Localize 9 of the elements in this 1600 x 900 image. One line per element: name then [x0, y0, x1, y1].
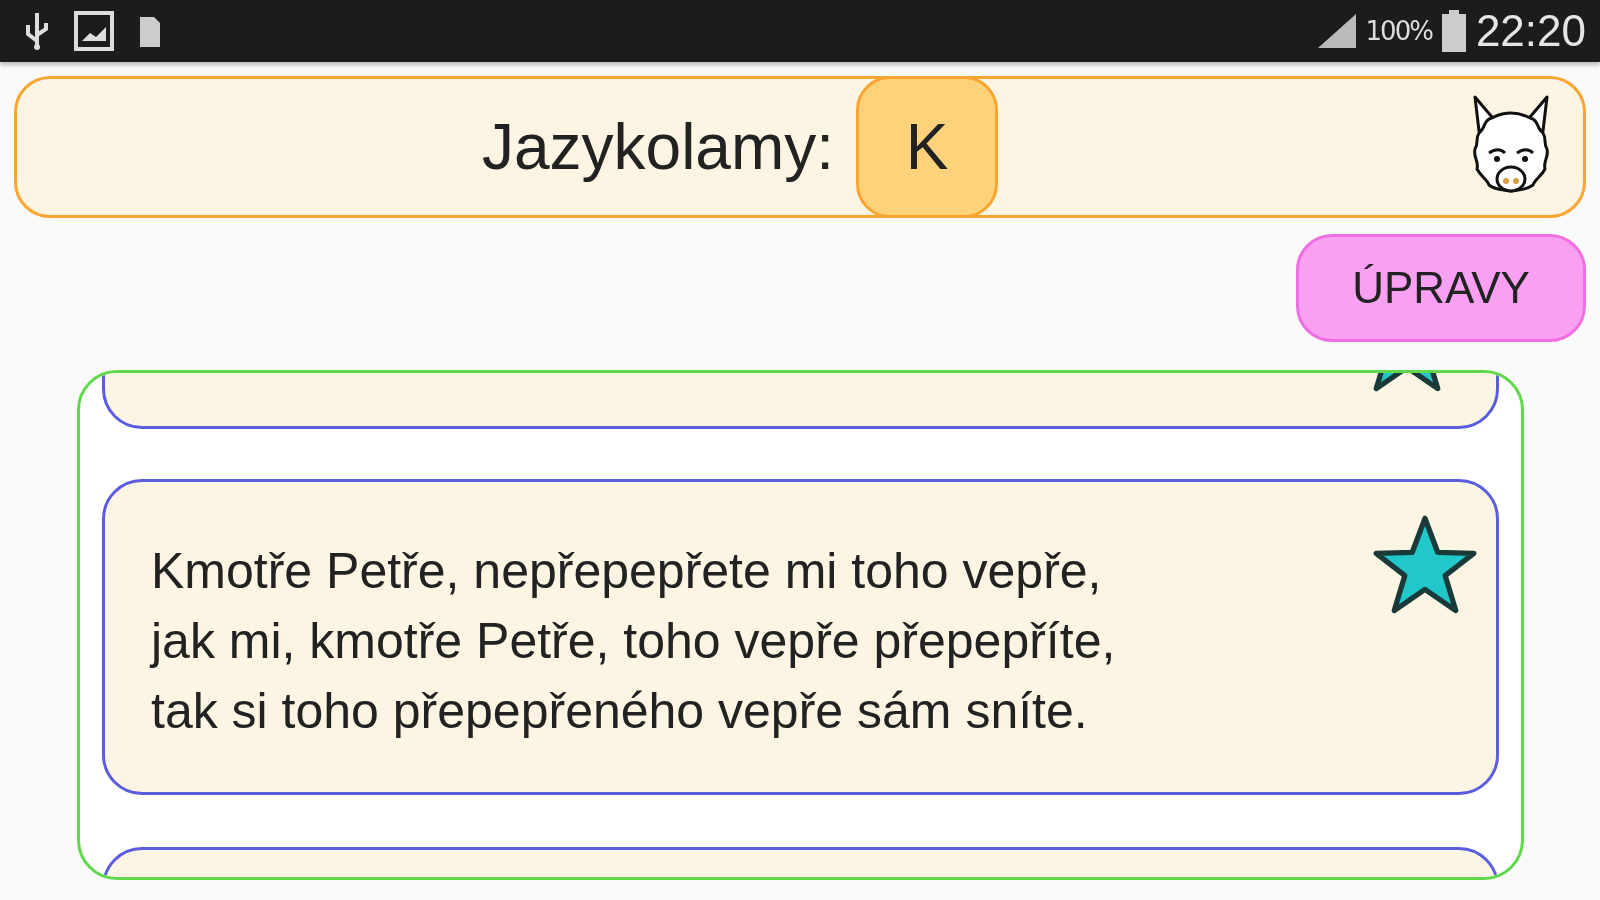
battery-icon [1439, 10, 1468, 52]
tongue-twister-text: Kmotře Petře, nepřepepřete mi toho vepře, jak mi, kmotře Petře, toho vepře přepepříte, tak si toho přepepřeného vepře sám sníte. [151, 542, 1117, 741]
edit-button[interactable]: ÚPRAVY [1296, 234, 1586, 342]
clock: 22:20 [1475, 6, 1586, 56]
letter-selector[interactable]: K [856, 76, 999, 218]
battery-percent: 100% [1365, 16, 1432, 46]
header-title: Jazykolamy: [481, 110, 835, 184]
image-icon [74, 11, 114, 51]
tongue-twister-card[interactable]: Kmotře Petře, nepřepepřete mi toho vepře, jak mi, kmotře Petře, toho vepře přepepříte, tak si toho přepepřeného vepře sám sníte. [102, 479, 1499, 795]
